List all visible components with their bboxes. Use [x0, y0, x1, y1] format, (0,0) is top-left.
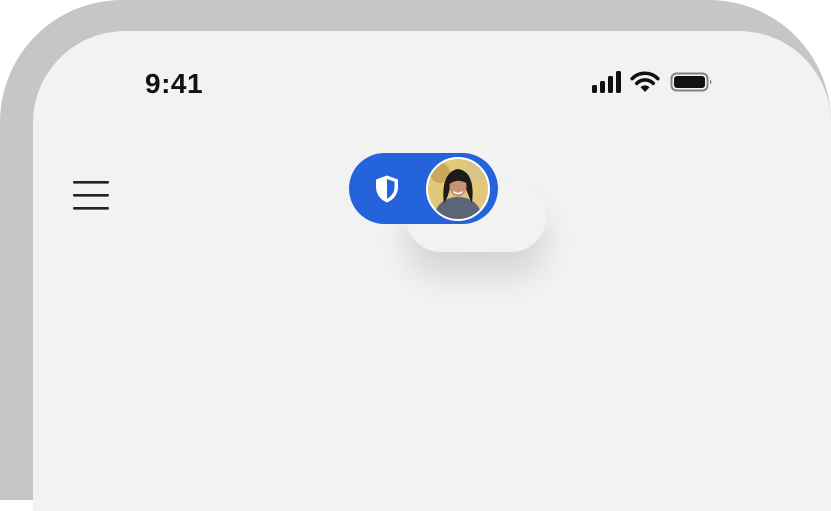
- battery-icon: [670, 72, 712, 92]
- device-frame: 9:41: [0, 0, 831, 511]
- cellular-signal-icon: [592, 71, 621, 93]
- shield-icon: [376, 175, 398, 203]
- phone-screen: 9:41: [33, 31, 831, 511]
- mode-toggle[interactable]: [349, 153, 498, 224]
- avatar[interactable]: [426, 157, 490, 221]
- avatar-photo: [428, 159, 488, 219]
- hamburger-menu-icon: [73, 181, 109, 210]
- wifi-icon: [630, 71, 660, 92]
- status-time: 9:41: [145, 68, 204, 99]
- menu-button[interactable]: [71, 178, 111, 214]
